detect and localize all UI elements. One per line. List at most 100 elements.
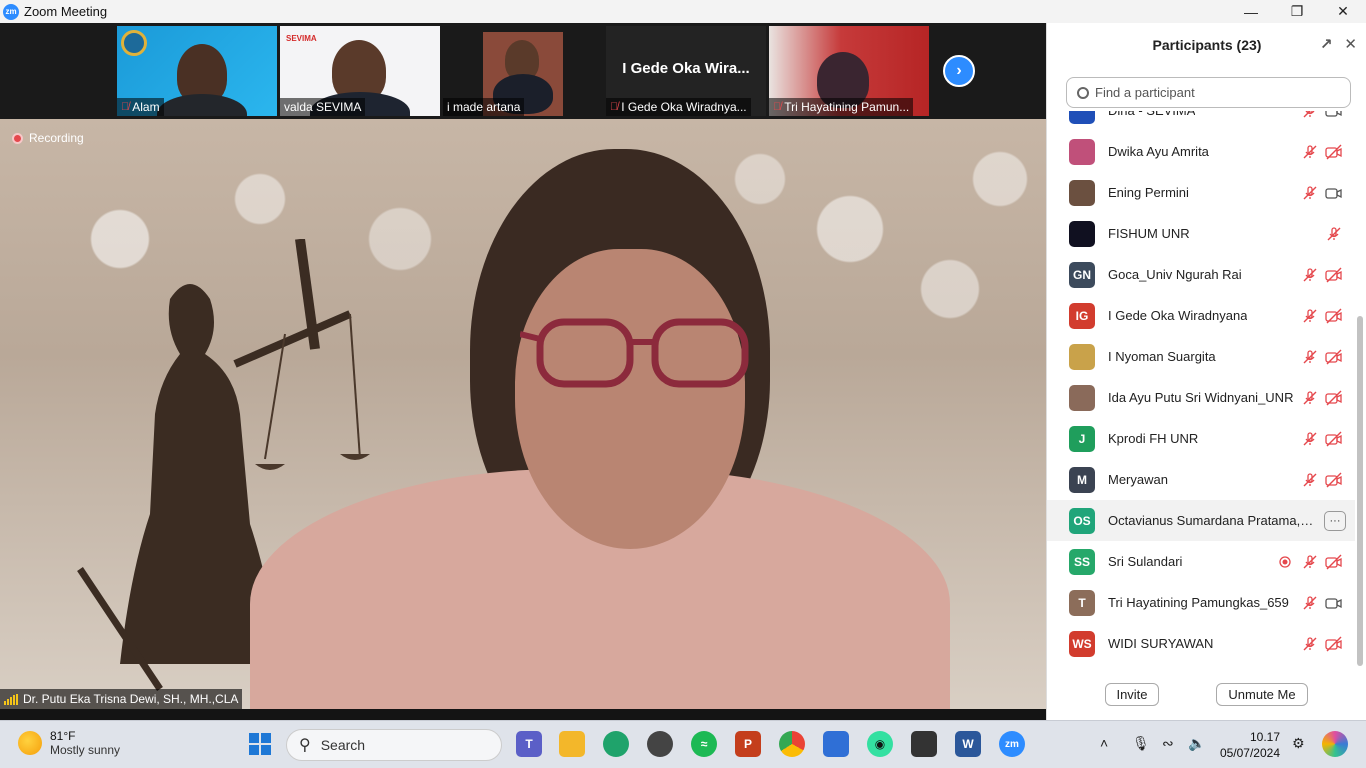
video-off-icon[interactable] [1325,307,1343,325]
participant-search[interactable] [1066,77,1351,108]
clock[interactable]: 10.17 05/07/2024 [1218,729,1280,761]
unmute-me-button[interactable]: Unmute Me [1216,683,1308,706]
video-off-icon[interactable] [1325,143,1343,161]
copilot-icon[interactable] [1322,731,1348,757]
mic-muted-icon[interactable] [1301,143,1319,161]
speaker-icon[interactable]: 🔈 [1188,735,1205,752]
video-thumbnail[interactable]: 🎙̸ Tri Hayatining Pamun... [769,26,929,116]
mic-muted-icon[interactable] [1301,266,1319,284]
participant-name: Ida Ayu Putu Sri Widnyani_UNR [1108,390,1294,405]
video-off-icon[interactable] [1325,553,1343,571]
video-off-icon[interactable] [1325,635,1343,653]
windows-start-icon[interactable] [247,731,273,757]
edge-icon[interactable] [603,731,629,757]
video-thumbnail[interactable]: SEVIMA valda SEVIMA [280,26,440,116]
speaker-face [515,249,745,549]
video-off-icon[interactable] [1325,266,1343,284]
mic-muted-icon[interactable] [1301,594,1319,612]
participant-row[interactable]: OS Octavianus Sumardana Pratama,S.... ··· [1047,500,1355,541]
video-camera-icon[interactable] [1325,594,1343,612]
participant-row[interactable]: Dina - SEVIMA [1047,111,1355,131]
participant-row[interactable]: SS Sri Sulandari [1047,541,1355,582]
video-thumbnail[interactable]: 🎙̸ Alam [117,26,277,116]
video-off-icon[interactable] [1325,348,1343,366]
zoom-icon[interactable]: zm [999,731,1025,757]
participant-scrollbar[interactable] [1356,111,1364,671]
participant-row[interactable]: IG I Gede Oka Wiradnyana [1047,295,1355,336]
participant-row[interactable]: WS WIDI SURYAWAN [1047,623,1355,664]
participant-avatar [1069,384,1095,411]
teams-icon[interactable]: T [516,731,542,757]
calendar-icon[interactable] [823,731,849,757]
scrollbar-thumb[interactable] [1357,316,1363,666]
tripadvisor-icon[interactable]: ◉ [867,731,893,757]
participant-avatar [1069,138,1095,165]
participant-row[interactable]: FISHUM UNR [1047,213,1355,254]
mic-muted-icon[interactable] [1301,635,1319,653]
more-options-button[interactable]: ··· [1324,510,1346,531]
participant-name: FISHUM UNR [1108,226,1190,241]
participant-row[interactable]: Ening Permini [1047,172,1355,213]
mic-muted-icon: 🎙̸ [773,101,782,113]
mic-muted-icon[interactable] [1325,225,1343,243]
participant-avatar [1069,343,1095,370]
weather-widget[interactable]: 81°F Mostly sunny [18,729,120,757]
pop-out-icon[interactable]: ↗ [1320,35,1333,53]
participant-list: Dina - SEVIMA Dwika Ayu Amrita Ening Permi… [1047,111,1355,671]
search-icon: ⚲ [299,737,311,754]
thumbnail-name-text: I Gede Oka Wiradnya... [621,100,747,114]
restore-button[interactable]: ❐ [1274,0,1320,23]
participant-row[interactable]: GN Goca_Univ Ngurah Rai [1047,254,1355,295]
video-off-icon[interactable] [1325,389,1343,407]
mic-muted-icon[interactable] [1301,307,1319,325]
recording-dot-icon [1276,553,1294,571]
weather-desc: Mostly sunny [50,743,121,757]
powerpoint-icon[interactable]: P [735,731,761,757]
video-camera-icon[interactable] [1325,111,1343,120]
mic-muted-icon[interactable] [1301,553,1319,571]
mic-muted-icon[interactable] [1301,348,1319,366]
invite-button[interactable]: Invite [1105,683,1159,706]
participant-avatar: M [1069,466,1095,493]
mic-muted-icon[interactable] [1301,389,1319,407]
microphone-icon[interactable]: 🎙 [1132,735,1150,752]
video-off-icon[interactable] [1325,471,1343,489]
mic-muted-icon[interactable] [1301,430,1319,448]
chrome-icon[interactable] [779,731,805,757]
participant-avatar: J [1069,425,1095,452]
minimize-button[interactable]: — [1228,0,1274,23]
mic-muted-icon: 🎙̸ [121,101,130,113]
video-camera-icon[interactable] [1325,184,1343,202]
close-window-button[interactable]: ✕ [1320,0,1366,23]
participant-row[interactable]: Dwika Ayu Amrita [1047,131,1355,172]
search-input[interactable] [1095,85,1335,100]
video-thumbnail[interactable]: I Gede Oka Wira... 🎙̸ I Gede Oka Wiradnya… [606,26,766,116]
chevron-up-icon[interactable]: ˄ [1100,735,1108,751]
participant-row[interactable]: T Tri Hayatining Pamungkas_659 [1047,582,1355,623]
wifi-icon[interactable]: ∾ [1162,735,1174,752]
notification-icon[interactable]: ⚙ [1292,735,1305,752]
participant-avatar [1069,220,1095,247]
mic-muted-icon[interactable] [1301,111,1319,120]
video-off-icon[interactable] [1325,430,1343,448]
file-explorer-icon[interactable] [559,731,585,757]
spotify-icon[interactable]: ≈ [691,731,717,757]
participant-row[interactable]: Ida Ayu Putu Sri Widnyani_UNR [1047,377,1355,418]
video-thumbnail[interactable]: i made artana [443,26,603,116]
word-icon[interactable]: W [955,731,981,757]
thumbnail-name: 🎙̸ I Gede Oka Wiradnya... [606,98,751,116]
participants-title: Participants (23) [1152,37,1262,53]
capture-app-icon[interactable] [911,731,937,757]
thumbnail-name-text: Alam [132,100,160,114]
participant-row[interactable]: I Nyoman Suargita [1047,336,1355,377]
participant-name: Ening Permini [1108,185,1189,200]
close-icon[interactable]: ✕ [1344,35,1357,53]
participant-row[interactable]: M Meryawan [1047,459,1355,500]
security-app-icon[interactable] [647,731,673,757]
taskbar-search[interactable]: ⚲ Search [286,729,502,761]
recording-label: Recording [29,131,84,145]
mic-muted-icon[interactable] [1301,184,1319,202]
next-page-button[interactable]: › [943,55,975,87]
participant-row[interactable]: J Kprodi FH UNR [1047,418,1355,459]
mic-muted-icon[interactable] [1301,471,1319,489]
